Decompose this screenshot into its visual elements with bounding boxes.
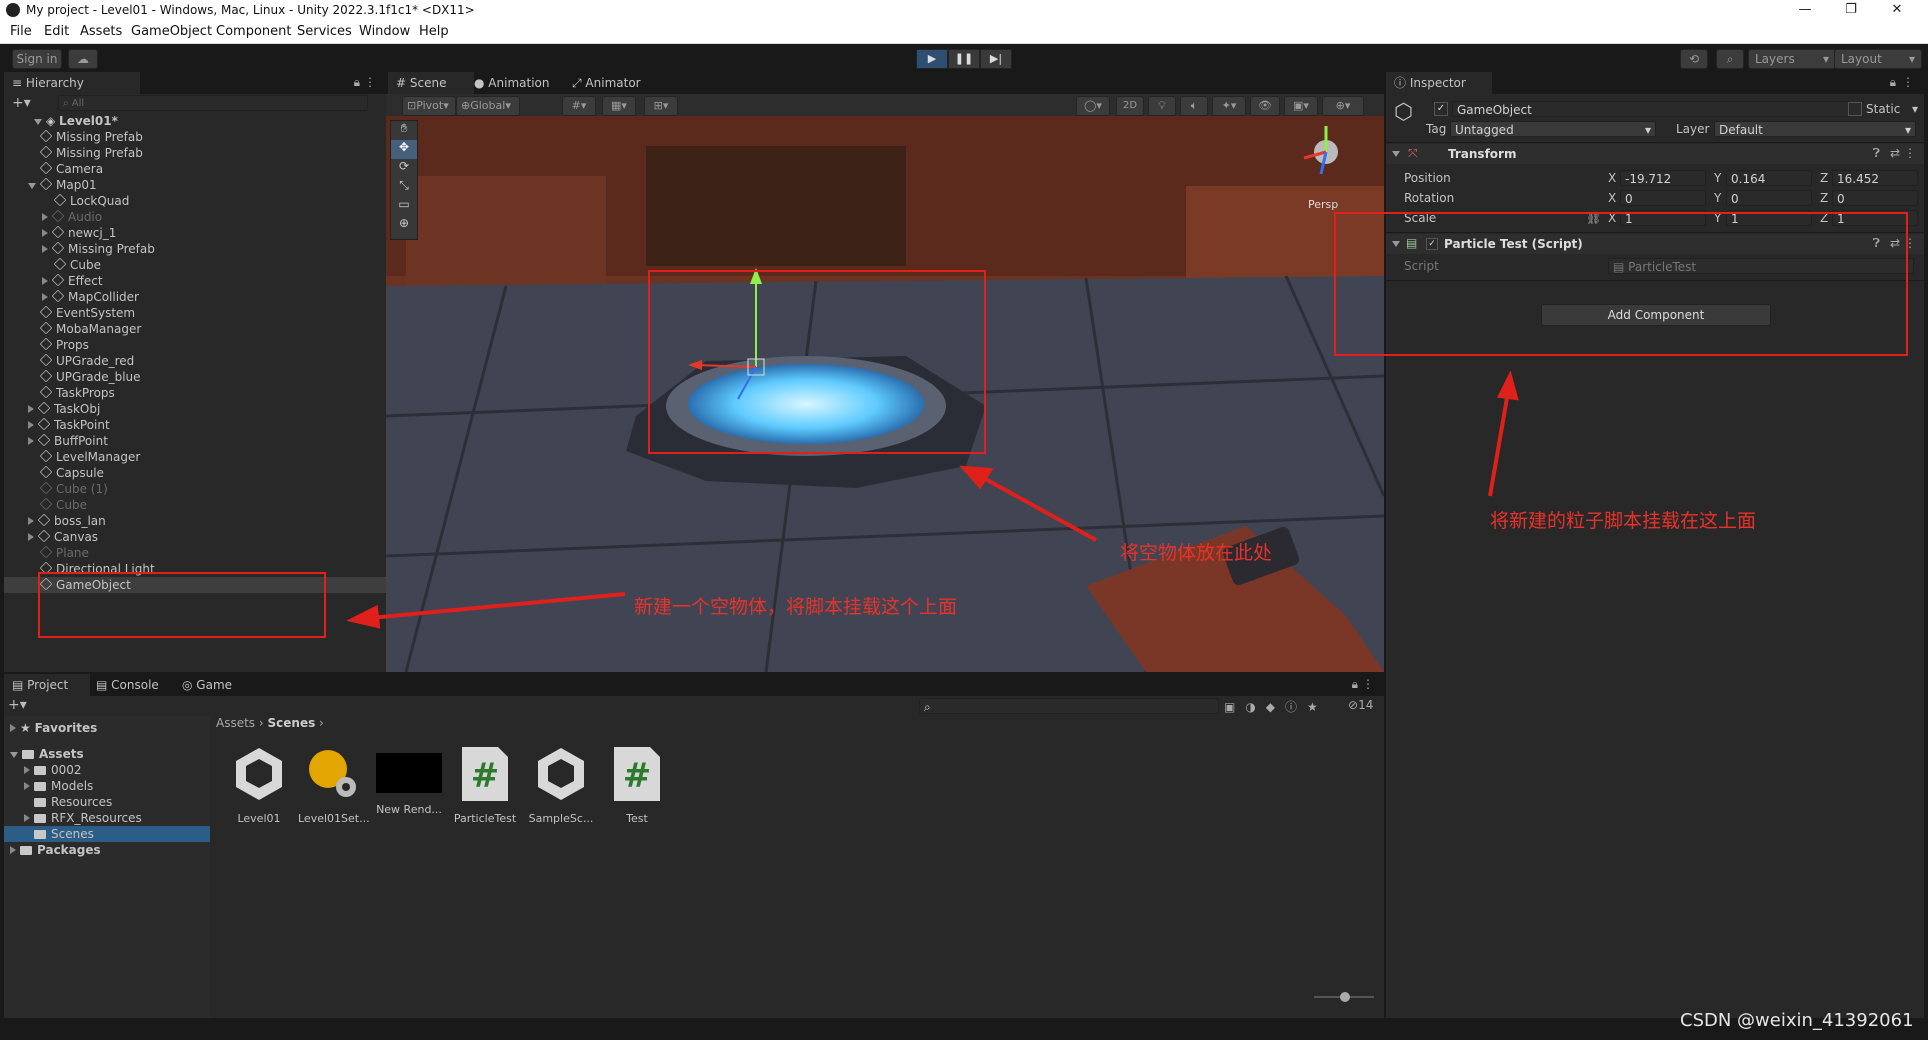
annotation-new-empty: 新建一个空物体，将脚本挂载这个上面 xyxy=(634,596,958,618)
annotation-place-here: 将空物体放在此处 xyxy=(1120,542,1273,564)
annotation-attach-script: 将新建的粒子脚本挂载在这上面 xyxy=(1490,510,1757,532)
watermark: CSDN @weixin_41392061 xyxy=(1680,1010,1914,1031)
